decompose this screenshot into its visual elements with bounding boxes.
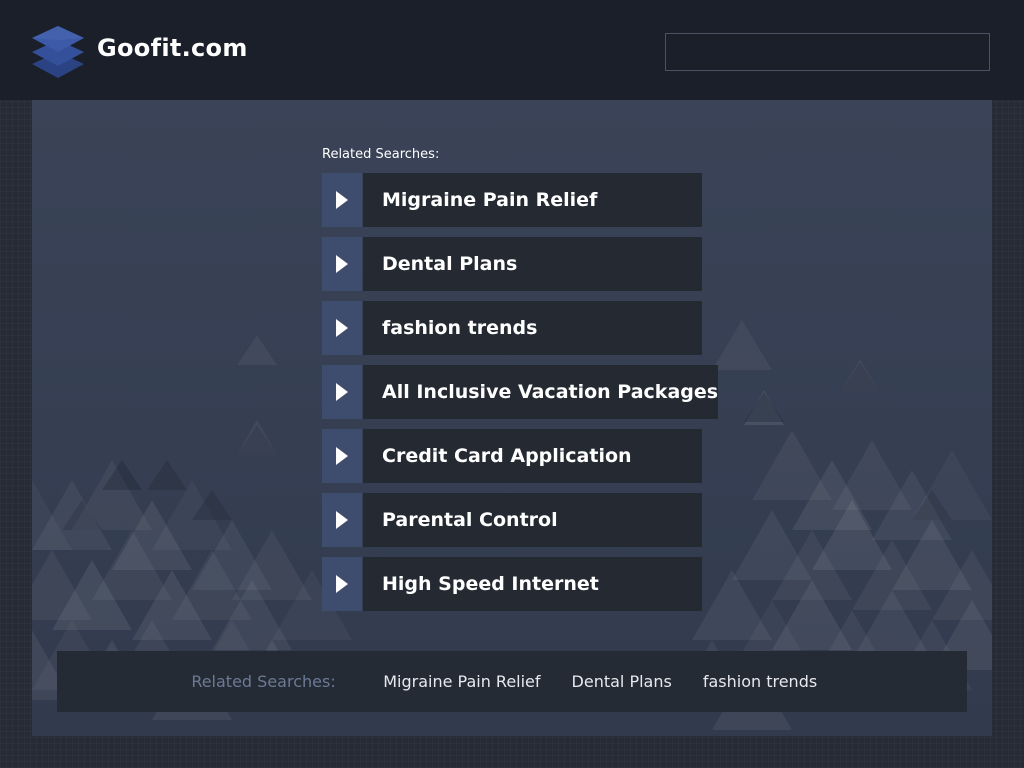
footer-related-searches: Related Searches: Migraine Pain Relief D… xyxy=(57,651,967,712)
play-arrow-icon[interactable] xyxy=(322,365,362,419)
play-arrow-icon[interactable] xyxy=(322,237,362,291)
related-links-list: Migraine Pain Relief Dental Plans fashio… xyxy=(322,173,719,621)
site-name[interactable]: Goofit.com xyxy=(97,34,248,62)
related-link-label[interactable]: Credit Card Application xyxy=(363,429,702,483)
footer-link[interactable]: fashion trends xyxy=(703,672,817,691)
header: Goofit.com xyxy=(0,0,1024,100)
related-link[interactable]: Parental Control xyxy=(322,493,702,547)
stacked-layers-icon[interactable] xyxy=(30,20,86,80)
play-arrow-icon[interactable] xyxy=(322,429,362,483)
main-panel: Related Searches: Migraine Pain Relief D… xyxy=(32,100,992,736)
play-arrow-icon[interactable] xyxy=(322,173,362,227)
related-link-label[interactable]: High Speed Internet xyxy=(363,557,702,611)
related-link-label[interactable]: fashion trends xyxy=(363,301,702,355)
related-link-label[interactable]: Migraine Pain Relief xyxy=(363,173,702,227)
related-link[interactable]: Dental Plans xyxy=(322,237,702,291)
related-link[interactable]: High Speed Internet xyxy=(322,557,702,611)
related-link-label[interactable]: Parental Control xyxy=(363,493,702,547)
related-link[interactable]: Migraine Pain Relief xyxy=(322,173,702,227)
footer-link[interactable]: Dental Plans xyxy=(572,672,672,691)
related-link[interactable]: All Inclusive Vacation Packages xyxy=(322,365,719,419)
related-link[interactable]: Credit Card Application xyxy=(322,429,702,483)
related-link-label[interactable]: All Inclusive Vacation Packages xyxy=(363,365,719,419)
related-searches-heading: Related Searches: xyxy=(322,147,440,162)
footer-link[interactable]: Migraine Pain Relief xyxy=(383,672,540,691)
related-link-label[interactable]: Dental Plans xyxy=(363,237,702,291)
play-arrow-icon[interactable] xyxy=(322,557,362,611)
play-arrow-icon[interactable] xyxy=(322,493,362,547)
play-arrow-icon[interactable] xyxy=(322,301,362,355)
footer-heading: Related Searches: xyxy=(191,672,336,691)
search-input[interactable] xyxy=(665,33,990,71)
related-link[interactable]: fashion trends xyxy=(322,301,702,355)
